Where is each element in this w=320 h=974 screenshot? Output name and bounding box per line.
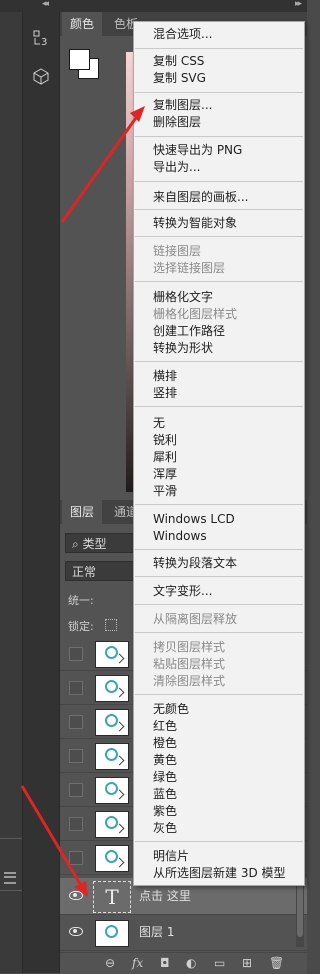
arrow-to-duplicate-layer: [60, 106, 145, 223]
arrow-to-text-layer: [20, 785, 88, 897]
annotation-arrows: [20, 106, 145, 897]
